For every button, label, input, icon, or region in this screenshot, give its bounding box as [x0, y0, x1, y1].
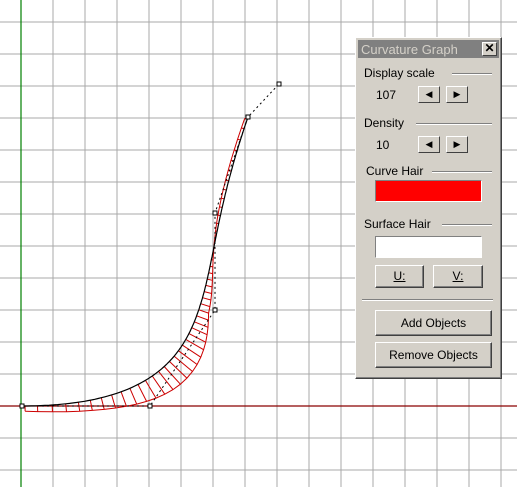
display-scale-label: Display scale	[364, 66, 435, 80]
control-point[interactable]	[245, 114, 251, 120]
density-increase-button[interactable]: ▶	[446, 136, 468, 153]
curvature-hair	[196, 315, 209, 321]
surface-hair-color-swatch[interactable]	[375, 236, 482, 258]
curvature-hair	[204, 291, 212, 294]
curvature-hair	[188, 333, 206, 343]
display-scale-increase-button[interactable]: ▶	[446, 86, 468, 103]
curvature-hair	[120, 391, 127, 407]
panel-titlebar[interactable]: Curvature Graph ✕	[358, 40, 499, 58]
display-scale-decrease-button[interactable]: ◀	[418, 86, 440, 103]
curve-hair-color-swatch[interactable]	[375, 180, 482, 202]
curve-hair-divider	[432, 171, 492, 173]
control-points[interactable]	[19, 81, 282, 409]
remove-objects-button[interactable]: Remove Objects	[375, 342, 492, 368]
density-divider	[416, 123, 492, 125]
v-button-label: V:	[452, 269, 464, 283]
u-button[interactable]: U:	[375, 265, 424, 288]
curvature-hair	[200, 303, 211, 308]
panel-title: Curvature Graph	[361, 42, 458, 57]
control-point[interactable]	[212, 210, 218, 216]
v-button[interactable]: V:	[433, 265, 483, 288]
curvature-hair	[129, 388, 138, 405]
curvature-hair	[194, 321, 209, 328]
control-point[interactable]	[19, 403, 25, 409]
curvature-hair	[137, 384, 148, 402]
curve-hair-label: Curve Hair	[366, 164, 424, 178]
curvature-hair	[207, 278, 213, 281]
u-button-label: U:	[393, 269, 406, 283]
add-objects-button[interactable]: Add Objects	[375, 310, 492, 336]
density-label: Density	[364, 116, 405, 130]
surface-hair-divider	[442, 224, 492, 226]
curvature-hair	[202, 297, 212, 301]
curvature-hair	[89, 400, 93, 411]
curvature-hair	[144, 380, 157, 399]
curvature-hairs	[24, 117, 248, 412]
curvature-hair	[151, 375, 166, 395]
curvature-comb-outline	[25, 118, 246, 413]
curvature-hair	[65, 403, 67, 412]
curve[interactable]	[22, 116, 249, 407]
curvature-graph-panel: Curvature Graph ✕ Display scale 107 ◀ ▶ …	[355, 37, 502, 379]
curvature-hair	[185, 338, 204, 351]
close-button[interactable]: ✕	[482, 42, 497, 56]
surface-hair-label: Surface Hair	[364, 217, 431, 231]
density-decrease-button[interactable]: ◀	[418, 136, 440, 153]
curvature-hair	[100, 397, 105, 410]
display-scale-divider	[452, 73, 492, 75]
density-value: 10	[376, 138, 390, 152]
curvature-hair	[205, 284, 213, 288]
control-point[interactable]	[147, 403, 153, 409]
control-polygon	[22, 83, 280, 407]
display-scale-value: 107	[376, 88, 397, 102]
control-point[interactable]	[212, 307, 218, 313]
curvature-hair	[77, 402, 81, 412]
control-point[interactable]	[276, 81, 282, 87]
panel-separator	[362, 299, 493, 301]
